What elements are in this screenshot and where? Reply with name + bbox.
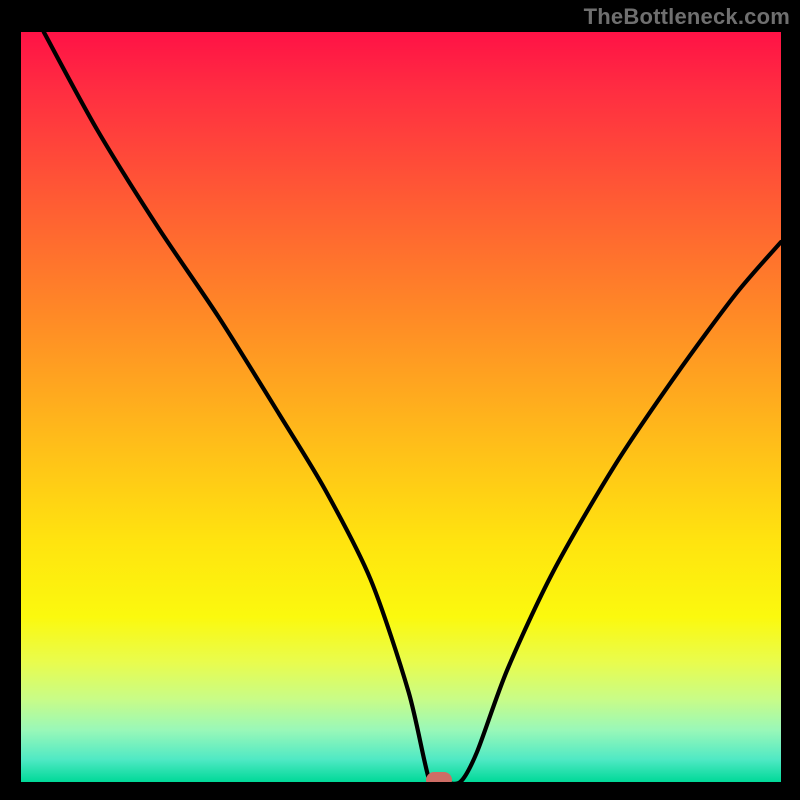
chart-frame: TheBottleneck.com [0,0,800,800]
attribution-label: TheBottleneck.com [584,4,790,30]
plot-area [21,32,781,782]
bottleneck-curve [21,32,781,782]
optimal-marker [426,772,452,782]
